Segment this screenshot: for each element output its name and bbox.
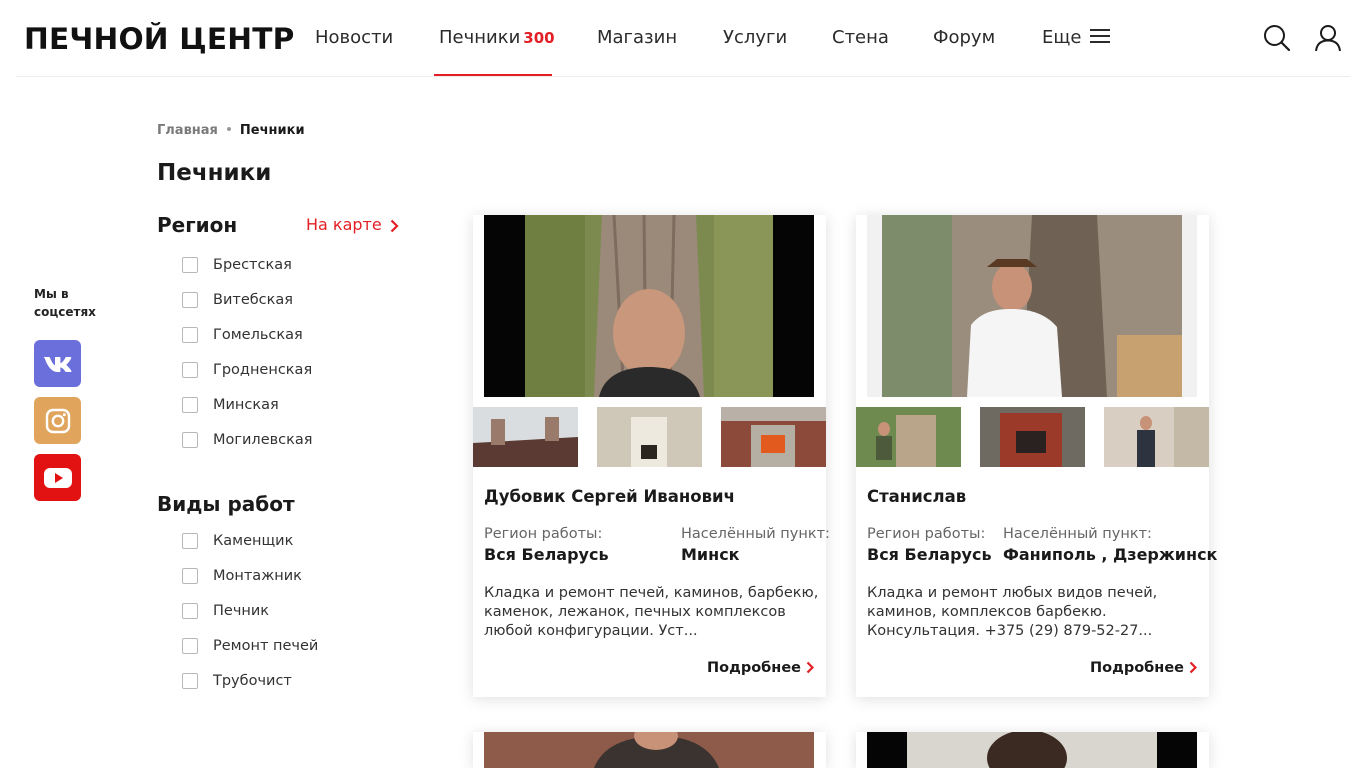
nav-stovemakers[interactable]: Печники 300 xyxy=(439,27,555,48)
social-title: Мы в соцсетях xyxy=(34,287,96,319)
chevron-right-icon xyxy=(390,219,399,233)
region-option-brest[interactable]: Брестская xyxy=(182,255,292,275)
nav-services[interactable]: Услуги xyxy=(723,27,787,48)
breadcrumb-separator xyxy=(226,127,231,131)
nav-news[interactable]: Новости xyxy=(315,27,393,48)
nav-more[interactable]: Еще xyxy=(1042,27,1111,48)
region-option-label: Брестская xyxy=(213,257,292,273)
youtube-button[interactable] xyxy=(34,454,81,501)
locality-value: Минск xyxy=(681,545,740,564)
burger-icon xyxy=(1090,29,1111,44)
region-option-minsk[interactable]: Минская xyxy=(182,395,279,415)
region-option-label: Гродненская xyxy=(213,362,313,378)
work-option-chimney-sweep[interactable]: Трубочист xyxy=(182,671,292,691)
instagram-icon xyxy=(45,408,70,433)
locality-value: Фаниполь , Дзержинск xyxy=(1003,545,1218,564)
nav-stovemakers-count: 300 xyxy=(523,29,555,47)
header-divider xyxy=(16,76,1350,77)
work-option-label: Печник xyxy=(213,603,270,619)
more-link-label: Подробнее xyxy=(707,660,801,676)
work-option-label: Трубочист xyxy=(213,673,292,689)
youtube-icon xyxy=(43,467,72,488)
region-value: Вся Беларусь xyxy=(867,545,992,564)
more-link[interactable]: Подробнее xyxy=(707,660,815,676)
user-icon[interactable] xyxy=(1314,24,1342,52)
site-logo[interactable]: ПЕЧНОЙ ЦЕНТР xyxy=(24,22,295,56)
site-header: ПЕЧНОЙ ЦЕНТР Новости Печники 300 Магазин … xyxy=(0,0,1366,77)
work-option-label: Ремонт печей xyxy=(213,638,319,654)
breadcrumb: Главная Печники xyxy=(157,123,305,138)
work-types-filter-title: Виды работ xyxy=(157,492,295,516)
chevron-right-icon xyxy=(806,661,815,674)
stovemaker-card[interactable]: Дубовик Сергей Иванович Регион работы: В… xyxy=(473,215,830,697)
work-option-stovemaker[interactable]: Печник xyxy=(182,601,269,621)
card-name[interactable]: Станислав xyxy=(867,487,966,506)
profile-photo[interactable] xyxy=(867,732,1197,768)
stovemaker-card[interactable]: Станислав Регион работы: Вся Беларусь На… xyxy=(856,215,1217,697)
locality-label: Населённый пункт: xyxy=(681,526,830,542)
work-option-stove-repair[interactable]: Ремонт печей xyxy=(182,636,318,656)
stovemaker-card[interactable] xyxy=(856,732,1209,768)
region-filter-title: Регион xyxy=(157,213,238,237)
region-label: Регион работы: xyxy=(484,526,603,542)
gallery-thumbnail[interactable] xyxy=(1104,407,1209,467)
region-option-label: Минская xyxy=(213,397,279,413)
page-title: Печники xyxy=(157,160,272,186)
gallery-thumbnail[interactable] xyxy=(856,407,961,467)
region-option-grodno[interactable]: Гродненская xyxy=(182,360,312,380)
nav-stovemakers-label: Печники xyxy=(439,27,521,48)
gallery-thumbnail[interactable] xyxy=(597,407,702,467)
nav-forum[interactable]: Форум xyxy=(933,27,995,48)
work-option-installer[interactable]: Монтажник xyxy=(182,566,302,586)
profile-photo[interactable] xyxy=(484,215,814,397)
instagram-button[interactable] xyxy=(34,397,81,444)
locality-label: Населённый пункт: xyxy=(1003,526,1152,542)
profile-photo[interactable] xyxy=(867,215,1197,397)
checkbox[interactable] xyxy=(182,673,198,689)
checkbox[interactable] xyxy=(182,327,198,343)
checkbox[interactable] xyxy=(182,533,198,549)
region-option-mogilev[interactable]: Могилевская xyxy=(182,430,313,450)
gallery-thumbnail[interactable] xyxy=(980,407,1085,467)
work-option-label: Каменщик xyxy=(213,533,294,549)
work-option-mason[interactable]: Каменщик xyxy=(182,531,293,551)
checkbox[interactable] xyxy=(182,638,198,654)
region-option-label: Витебская xyxy=(213,292,294,308)
checkbox[interactable] xyxy=(182,362,198,378)
card-description: Кладка и ремонт печей, каминов, барбекю,… xyxy=(484,585,819,639)
card-description: Кладка и ремонт любых видов печей, камин… xyxy=(867,585,1158,639)
region-label: Регион работы: xyxy=(867,526,986,542)
gallery-thumbnail[interactable] xyxy=(721,407,826,467)
nav-more-label: Еще xyxy=(1042,27,1082,48)
map-link-label: На карте xyxy=(306,215,382,234)
region-option-label: Могилевская xyxy=(213,432,313,448)
checkbox[interactable] xyxy=(182,397,198,413)
checkbox[interactable] xyxy=(182,568,198,584)
vk-icon xyxy=(43,356,72,372)
gallery-thumbnail[interactable] xyxy=(473,407,578,467)
region-value: Вся Беларусь xyxy=(484,545,609,564)
checkbox[interactable] xyxy=(182,257,198,273)
breadcrumb-current: Печники xyxy=(239,123,305,138)
breadcrumb-home[interactable]: Главная xyxy=(157,123,218,138)
card-name[interactable]: Дубовик Сергей Иванович xyxy=(484,487,735,506)
checkbox[interactable] xyxy=(182,292,198,308)
vk-button[interactable] xyxy=(34,340,81,387)
chevron-right-icon xyxy=(1189,661,1198,674)
region-option-vitebsk[interactable]: Витебская xyxy=(182,290,293,310)
profile-photo[interactable] xyxy=(484,732,814,768)
checkbox[interactable] xyxy=(182,603,198,619)
nav-shop[interactable]: Магазин xyxy=(597,27,677,48)
more-link[interactable]: Подробнее xyxy=(1090,660,1198,676)
stovemaker-card[interactable] xyxy=(473,732,826,768)
region-option-gomel[interactable]: Гомельская xyxy=(182,325,303,345)
region-option-label: Гомельская xyxy=(213,327,303,343)
nav-wall[interactable]: Стена xyxy=(832,27,889,48)
work-option-label: Монтажник xyxy=(213,568,302,584)
search-icon[interactable] xyxy=(1263,24,1291,52)
checkbox[interactable] xyxy=(182,432,198,448)
more-link-label: Подробнее xyxy=(1090,660,1184,676)
map-link[interactable]: На карте xyxy=(306,215,399,234)
